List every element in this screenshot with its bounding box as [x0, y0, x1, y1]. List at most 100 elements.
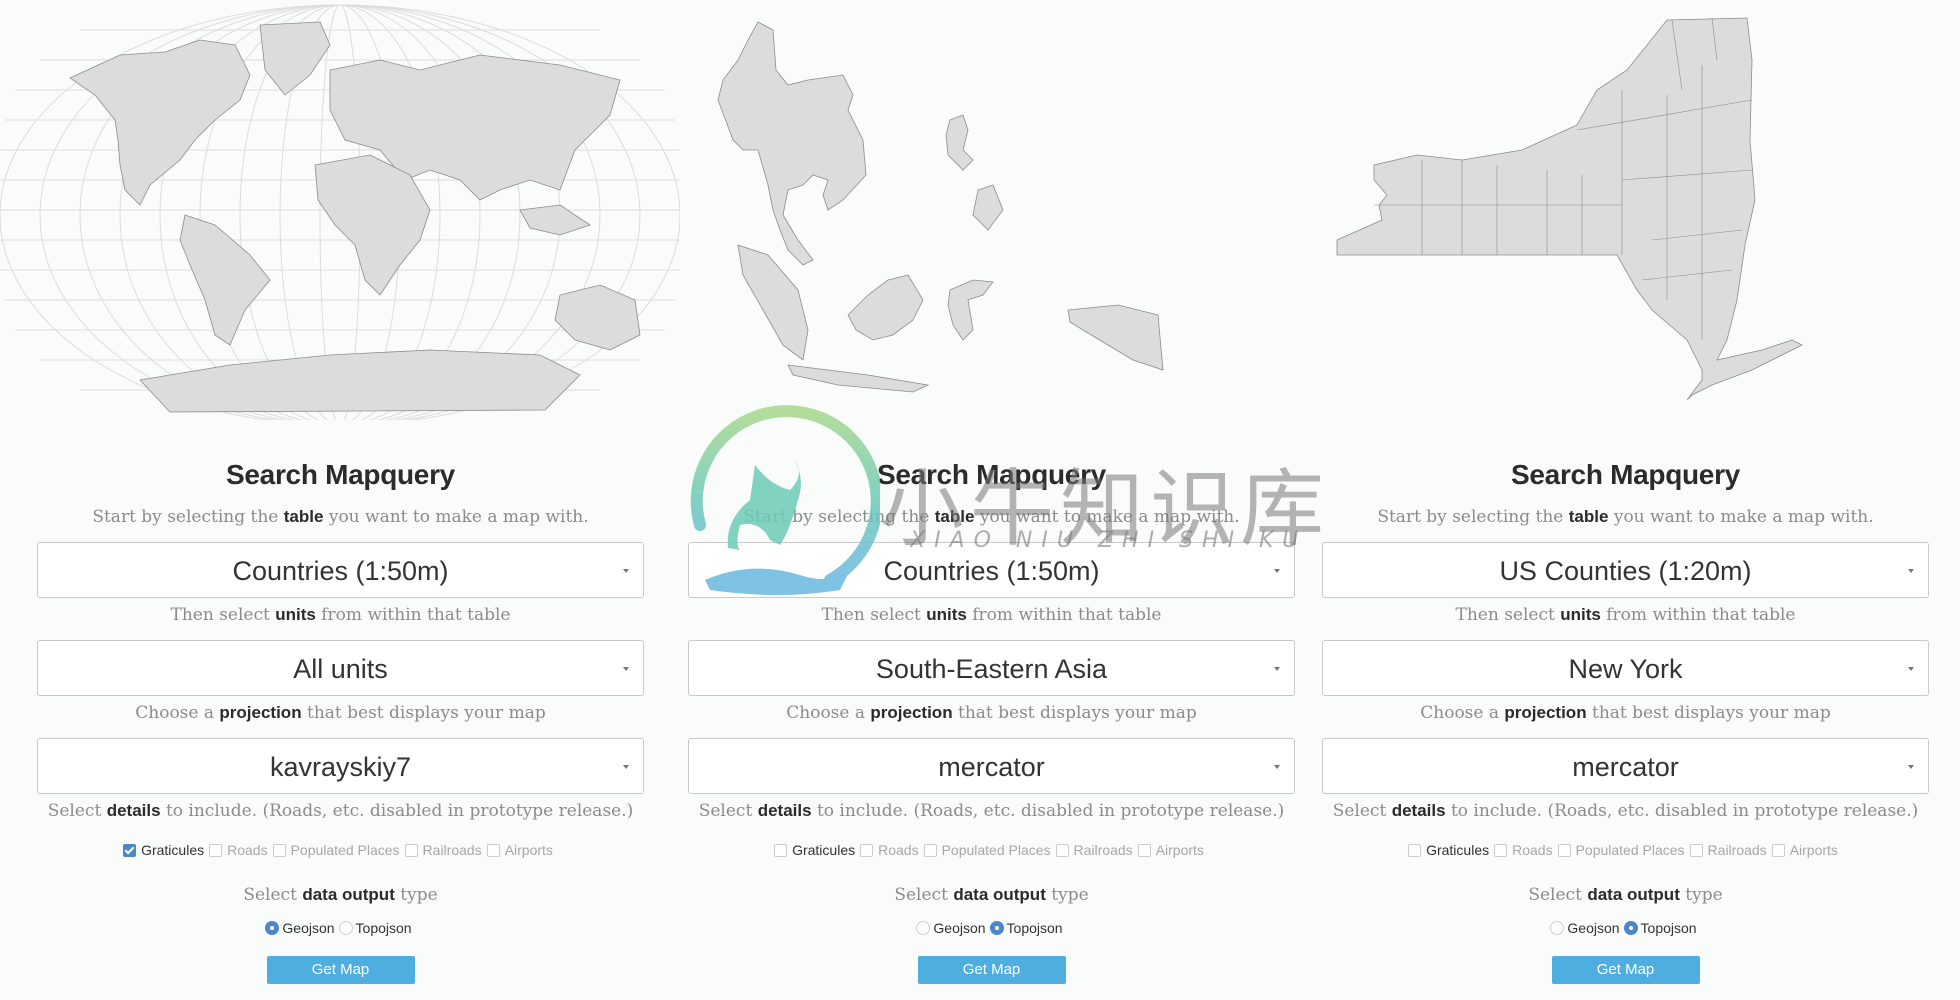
- hint-text: that best displays your map: [301, 703, 546, 723]
- projection-select[interactable]: mercator: [688, 738, 1295, 794]
- checkbox-unchecked-icon: [1557, 843, 1571, 857]
- projection-select[interactable]: mercator: [1322, 738, 1929, 794]
- table-select[interactable]: Countries (1:50m): [37, 542, 644, 598]
- hint-bold: details: [106, 801, 161, 820]
- search-panel: Search Mapquery Start by selecting the t…: [688, 450, 1295, 984]
- checkbox-label: Graticules: [792, 842, 856, 858]
- search-panel: Search Mapquery Start by selecting the t…: [37, 450, 644, 984]
- hint-text: Select: [243, 885, 303, 905]
- radio-label: Topojson: [1006, 920, 1063, 936]
- hint-text: type: [394, 885, 438, 905]
- table-select-value: Countries (1:50m): [232, 556, 449, 586]
- checkbox-unchecked-icon: [1055, 843, 1069, 857]
- detail-checkbox-airports: Airports: [1137, 840, 1204, 860]
- output-radio-topojson[interactable]: Topojson: [989, 920, 1063, 936]
- checkbox-label: Populated Places: [941, 842, 1051, 858]
- hint-text: type: [1045, 885, 1089, 905]
- table-hint: Start by selecting the table you want to…: [688, 500, 1295, 534]
- hint-text: Choose a: [135, 703, 220, 723]
- output-radio-geojson[interactable]: Geojson: [1550, 920, 1620, 936]
- hint-text: from within that table: [966, 605, 1162, 625]
- hint-text: Select: [47, 801, 107, 821]
- search-panel: Search Mapquery Start by selecting the t…: [1322, 450, 1929, 984]
- units-select-value: All units: [293, 654, 388, 684]
- hint-text: Then select: [821, 605, 927, 625]
- details-hint: Select details to include. (Roads, etc. …: [688, 794, 1295, 828]
- get-map-button[interactable]: Get Map: [1551, 956, 1700, 984]
- hint-text: that best displays your map: [1586, 703, 1831, 723]
- output-hint: Select data output type: [37, 878, 644, 912]
- radio-selected-icon[interactable]: [265, 921, 280, 935]
- radio-unselected-icon[interactable]: [338, 921, 353, 935]
- hint-text: to include. (Roads, etc. disabled in pro…: [811, 801, 1285, 821]
- checkbox-unchecked-icon: [860, 843, 874, 857]
- output-radio-topojson[interactable]: Topojson: [338, 920, 412, 936]
- detail-checkbox-populated-places: Populated Places: [923, 840, 1051, 860]
- units-hint: Then select units from within that table: [688, 598, 1295, 632]
- radio-unselected-icon[interactable]: [1550, 921, 1565, 935]
- caret-down-icon: [1908, 765, 1914, 769]
- hint-text: that best displays your map: [952, 703, 1197, 723]
- detail-checkbox-airports: Airports: [486, 840, 553, 860]
- output-radio-geojson[interactable]: Geojson: [916, 920, 986, 936]
- sea-map-svg: [717, 21, 1164, 393]
- units-select[interactable]: New York: [1322, 640, 1929, 696]
- hint-text: Start by selecting the: [1377, 507, 1569, 527]
- projection-select-value: mercator: [938, 752, 1045, 782]
- get-map-button[interactable]: Get Map: [266, 956, 415, 984]
- checkbox-label: Airports: [504, 842, 553, 858]
- units-select[interactable]: South-Eastern Asia: [688, 640, 1295, 696]
- panel-title: Search Mapquery: [226, 459, 455, 490]
- table-select[interactable]: US Counties (1:20m): [1322, 542, 1929, 598]
- hint-bold: table: [934, 507, 975, 526]
- output-radio-geojson[interactable]: Geojson: [265, 920, 335, 936]
- hint-bold: units: [1560, 605, 1601, 624]
- detail-checkbox-roads: Roads: [209, 840, 268, 860]
- detail-checkbox-airports: Airports: [1771, 840, 1838, 860]
- radio-unselected-icon[interactable]: [916, 921, 931, 935]
- output-radios: Geojson Topojson: [688, 918, 1295, 938]
- hint-text: from within that table: [1600, 605, 1796, 625]
- hint-text: Select: [1528, 885, 1588, 905]
- hint-text: Then select: [1455, 605, 1561, 625]
- checkbox-label: Railroads: [422, 842, 482, 858]
- map-preview-south-eastern-asia: [688, 0, 1295, 420]
- checkbox-label: Roads: [878, 842, 919, 858]
- detail-checkbox-graticules[interactable]: Graticules: [123, 840, 204, 860]
- output-radio-topojson[interactable]: Topojson: [1623, 920, 1697, 936]
- table-select[interactable]: Countries (1:50m): [688, 542, 1295, 598]
- panel-title: Search Mapquery: [1511, 459, 1740, 490]
- checkbox-unchecked-icon[interactable]: [1408, 843, 1422, 857]
- details-checkboxes: Graticules Roads Populated Places Railroads…: [688, 840, 1295, 860]
- caret-down-icon: [1274, 765, 1280, 769]
- caret-down-icon: [623, 569, 629, 573]
- units-select[interactable]: All units: [37, 640, 644, 696]
- detail-checkbox-graticules[interactable]: Graticules: [1408, 840, 1489, 860]
- checkbox-label: Populated Places: [1575, 842, 1685, 858]
- units-hint: Then select units from within that table: [1322, 598, 1929, 632]
- map-preview-world: [0, 0, 680, 420]
- detail-checkbox-graticules[interactable]: Graticules: [774, 840, 855, 860]
- checkbox-unchecked-icon[interactable]: [774, 843, 788, 857]
- checkbox-label: Populated Places: [290, 842, 400, 858]
- detail-checkbox-roads: Roads: [860, 840, 919, 860]
- checkbox-label: Railroads: [1073, 842, 1133, 858]
- land-shapes: [69, 21, 641, 413]
- get-map-button[interactable]: Get Map: [917, 956, 1066, 984]
- hint-text: Choose a: [786, 703, 871, 723]
- table-select-value: US Counties (1:20m): [1499, 556, 1752, 586]
- hint-text: to include. (Roads, etc. disabled in pro…: [1445, 801, 1919, 821]
- radio-selected-icon[interactable]: [1623, 921, 1638, 935]
- details-checkboxes: Graticules Roads Populated Places Railroads…: [1322, 840, 1929, 860]
- radio-label: Topojson: [355, 920, 412, 936]
- projection-select[interactable]: kavrayskiy7: [37, 738, 644, 794]
- panel-south-eastern-asia: Search Mapquery Start by selecting the t…: [688, 0, 1295, 1000]
- projection-select-value: kavrayskiy7: [269, 752, 412, 782]
- hint-text: Select: [1332, 801, 1392, 821]
- radio-selected-icon[interactable]: [989, 921, 1004, 935]
- detail-checkbox-railroads: Railroads: [1689, 840, 1767, 860]
- hint-text: Choose a: [1420, 703, 1505, 723]
- checkbox-checked-icon[interactable]: [123, 843, 137, 857]
- output-radios: Geojson Topojson: [37, 918, 644, 938]
- units-select-value: South-Eastern Asia: [875, 654, 1108, 684]
